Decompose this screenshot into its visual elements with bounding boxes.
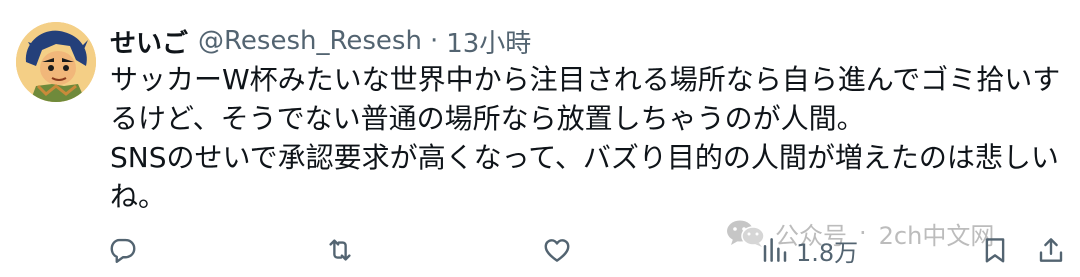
views-bar-chart-icon <box>763 238 787 262</box>
user-handle[interactable]: @Resesh_Resesh <box>198 26 422 56</box>
retweet-icon <box>329 239 351 261</box>
tweet-text-line: ね。 <box>110 180 167 213</box>
separator-dot: · <box>429 26 439 56</box>
tweet-text-line: SNSのせいで承認要求が高くなって、バズり目的の人間が増えたのは悲しい <box>110 141 1059 174</box>
tweet-actions: 1.8万 <box>0 225 1080 275</box>
avatar[interactable] <box>16 22 96 102</box>
like-button[interactable] <box>542 225 572 275</box>
bookmark-icon <box>985 238 1005 263</box>
heart-icon <box>544 239 570 262</box>
tweet-text: サッカーW杯みたいな世界中から注目される場所なら自ら進んでゴミ拾いす るけど、そ… <box>110 60 1060 216</box>
share-button[interactable] <box>1036 225 1066 275</box>
views-button[interactable]: 1.8万 <box>760 225 858 275</box>
tweet-text-line: サッカーW杯みたいな世界中から注目される場所なら自ら進んでゴミ拾いす <box>110 63 1061 96</box>
views-count: 1.8万 <box>796 238 859 267</box>
avatar-character-icon <box>16 22 96 102</box>
reply-icon <box>110 238 136 263</box>
timestamp[interactable]: 13小時 <box>446 23 531 60</box>
tweet-text-line: るけど、そうでない普通の場所なら放置しちゃうのが人間。 <box>110 102 865 135</box>
retweet-button[interactable] <box>325 225 355 275</box>
bookmark-button[interactable] <box>980 225 1010 275</box>
tweet-card[interactable]: せいご @Resesh_Resesh · 13小時 サッカーW杯みたいな世界中か… <box>0 0 1080 277</box>
tweet-header: せいご @Resesh_Resesh · 13小時 <box>110 22 531 60</box>
display-name[interactable]: せいご <box>110 23 188 60</box>
share-icon <box>1039 238 1063 262</box>
reply-button[interactable] <box>108 225 138 275</box>
